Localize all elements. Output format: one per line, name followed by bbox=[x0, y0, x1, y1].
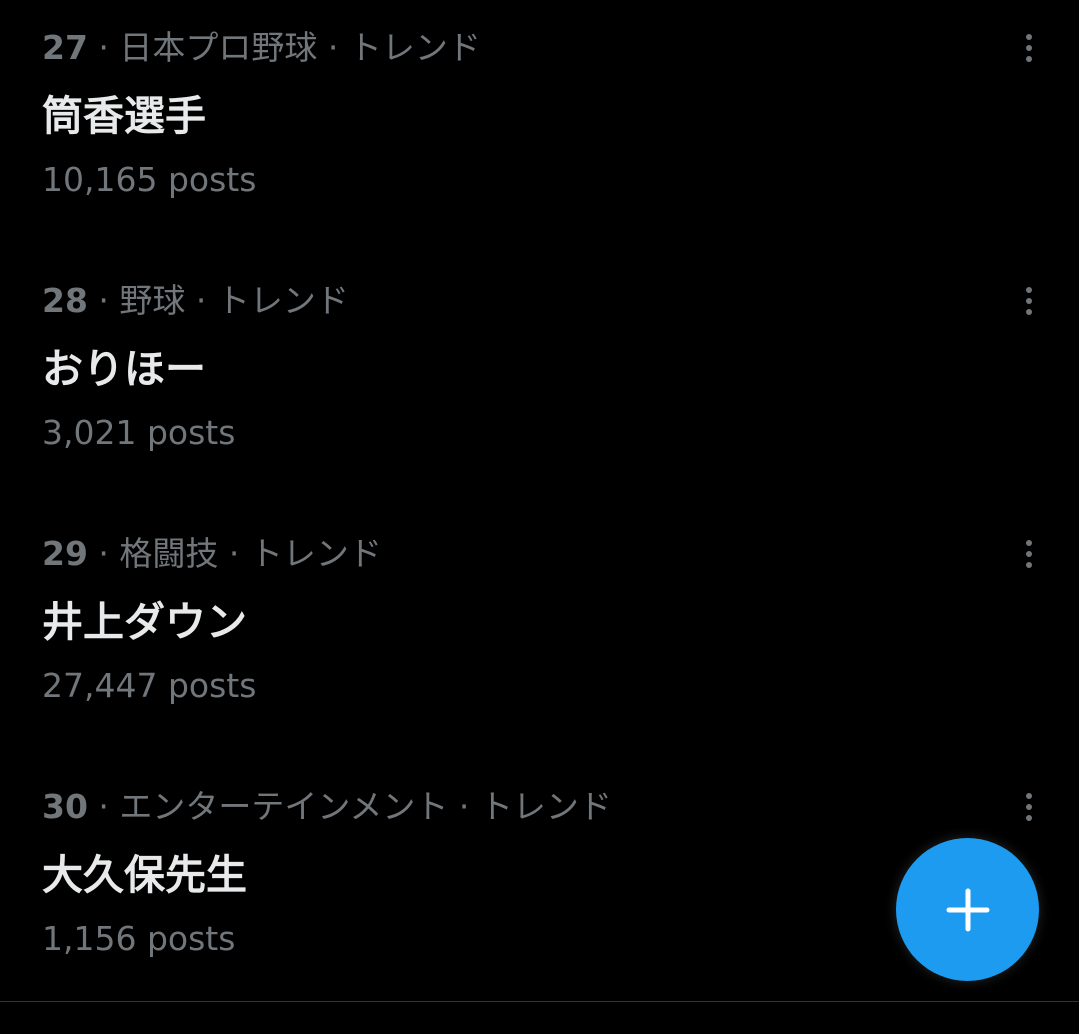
more-vertical-icon bbox=[1026, 34, 1032, 40]
trend-title: おりほー bbox=[42, 345, 206, 393]
more-vertical-icon bbox=[1026, 540, 1032, 546]
trend-post-count: 10,165 posts bbox=[42, 160, 257, 199]
more-vertical-icon bbox=[1026, 56, 1032, 62]
more-vertical-icon bbox=[1026, 45, 1032, 51]
trend-context: 28 · 野球 · トレンド bbox=[42, 281, 349, 321]
trend-post-count: 3,021 posts bbox=[42, 413, 236, 452]
trend-title: 大久保先生 bbox=[42, 851, 247, 899]
more-vertical-icon bbox=[1026, 804, 1032, 810]
more-vertical-icon bbox=[1026, 562, 1032, 568]
trend-rank: 30 bbox=[42, 787, 88, 826]
compose-post-button[interactable] bbox=[896, 838, 1039, 981]
trend-context: 30 · エンターテインメント · トレンド bbox=[42, 787, 612, 827]
more-vertical-icon bbox=[1026, 309, 1032, 315]
trend-item[interactable]: 29 · 格闘技 · トレンド 井上ダウン 27,447 posts bbox=[0, 506, 1079, 759]
more-options-button[interactable] bbox=[1009, 787, 1049, 827]
trend-post-count: 1,156 posts bbox=[42, 919, 236, 958]
trend-title: 筒香選手 bbox=[42, 92, 206, 140]
trend-context: 27 · 日本プロ野球 · トレンド bbox=[42, 28, 481, 68]
trend-post-count: 27,447 posts bbox=[42, 666, 257, 705]
meta-separator: · bbox=[87, 787, 120, 826]
trend-category: 野球 · トレンド bbox=[119, 281, 349, 320]
trend-item[interactable]: 27 · 日本プロ野球 · トレンド 筒香選手 10,165 posts bbox=[0, 0, 1079, 253]
trend-title: 井上ダウン bbox=[42, 598, 247, 646]
trend-item[interactable]: 28 · 野球 · トレンド おりほー 3,021 posts bbox=[0, 253, 1079, 506]
more-vertical-icon bbox=[1026, 815, 1032, 821]
more-vertical-icon bbox=[1026, 287, 1032, 293]
more-vertical-icon bbox=[1026, 793, 1032, 799]
meta-separator: · bbox=[87, 534, 120, 573]
more-vertical-icon bbox=[1026, 551, 1032, 557]
more-options-button[interactable] bbox=[1009, 534, 1049, 574]
plus-icon bbox=[946, 888, 989, 931]
meta-separator: · bbox=[87, 28, 120, 67]
trend-category: 日本プロ野球 · トレンド bbox=[119, 28, 481, 67]
more-vertical-icon bbox=[1026, 298, 1032, 304]
trend-rank: 29 bbox=[42, 534, 88, 573]
trend-category: 格闘技 · トレンド bbox=[119, 534, 382, 573]
trend-category: エンターテインメント · トレンド bbox=[119, 787, 612, 826]
bottom-divider bbox=[0, 1001, 1079, 1002]
trend-rank: 27 bbox=[42, 28, 88, 67]
more-options-button[interactable] bbox=[1009, 281, 1049, 321]
meta-separator: · bbox=[87, 281, 120, 320]
trend-context: 29 · 格闘技 · トレンド bbox=[42, 534, 382, 574]
trend-rank: 28 bbox=[42, 281, 88, 320]
more-options-button[interactable] bbox=[1009, 28, 1049, 68]
